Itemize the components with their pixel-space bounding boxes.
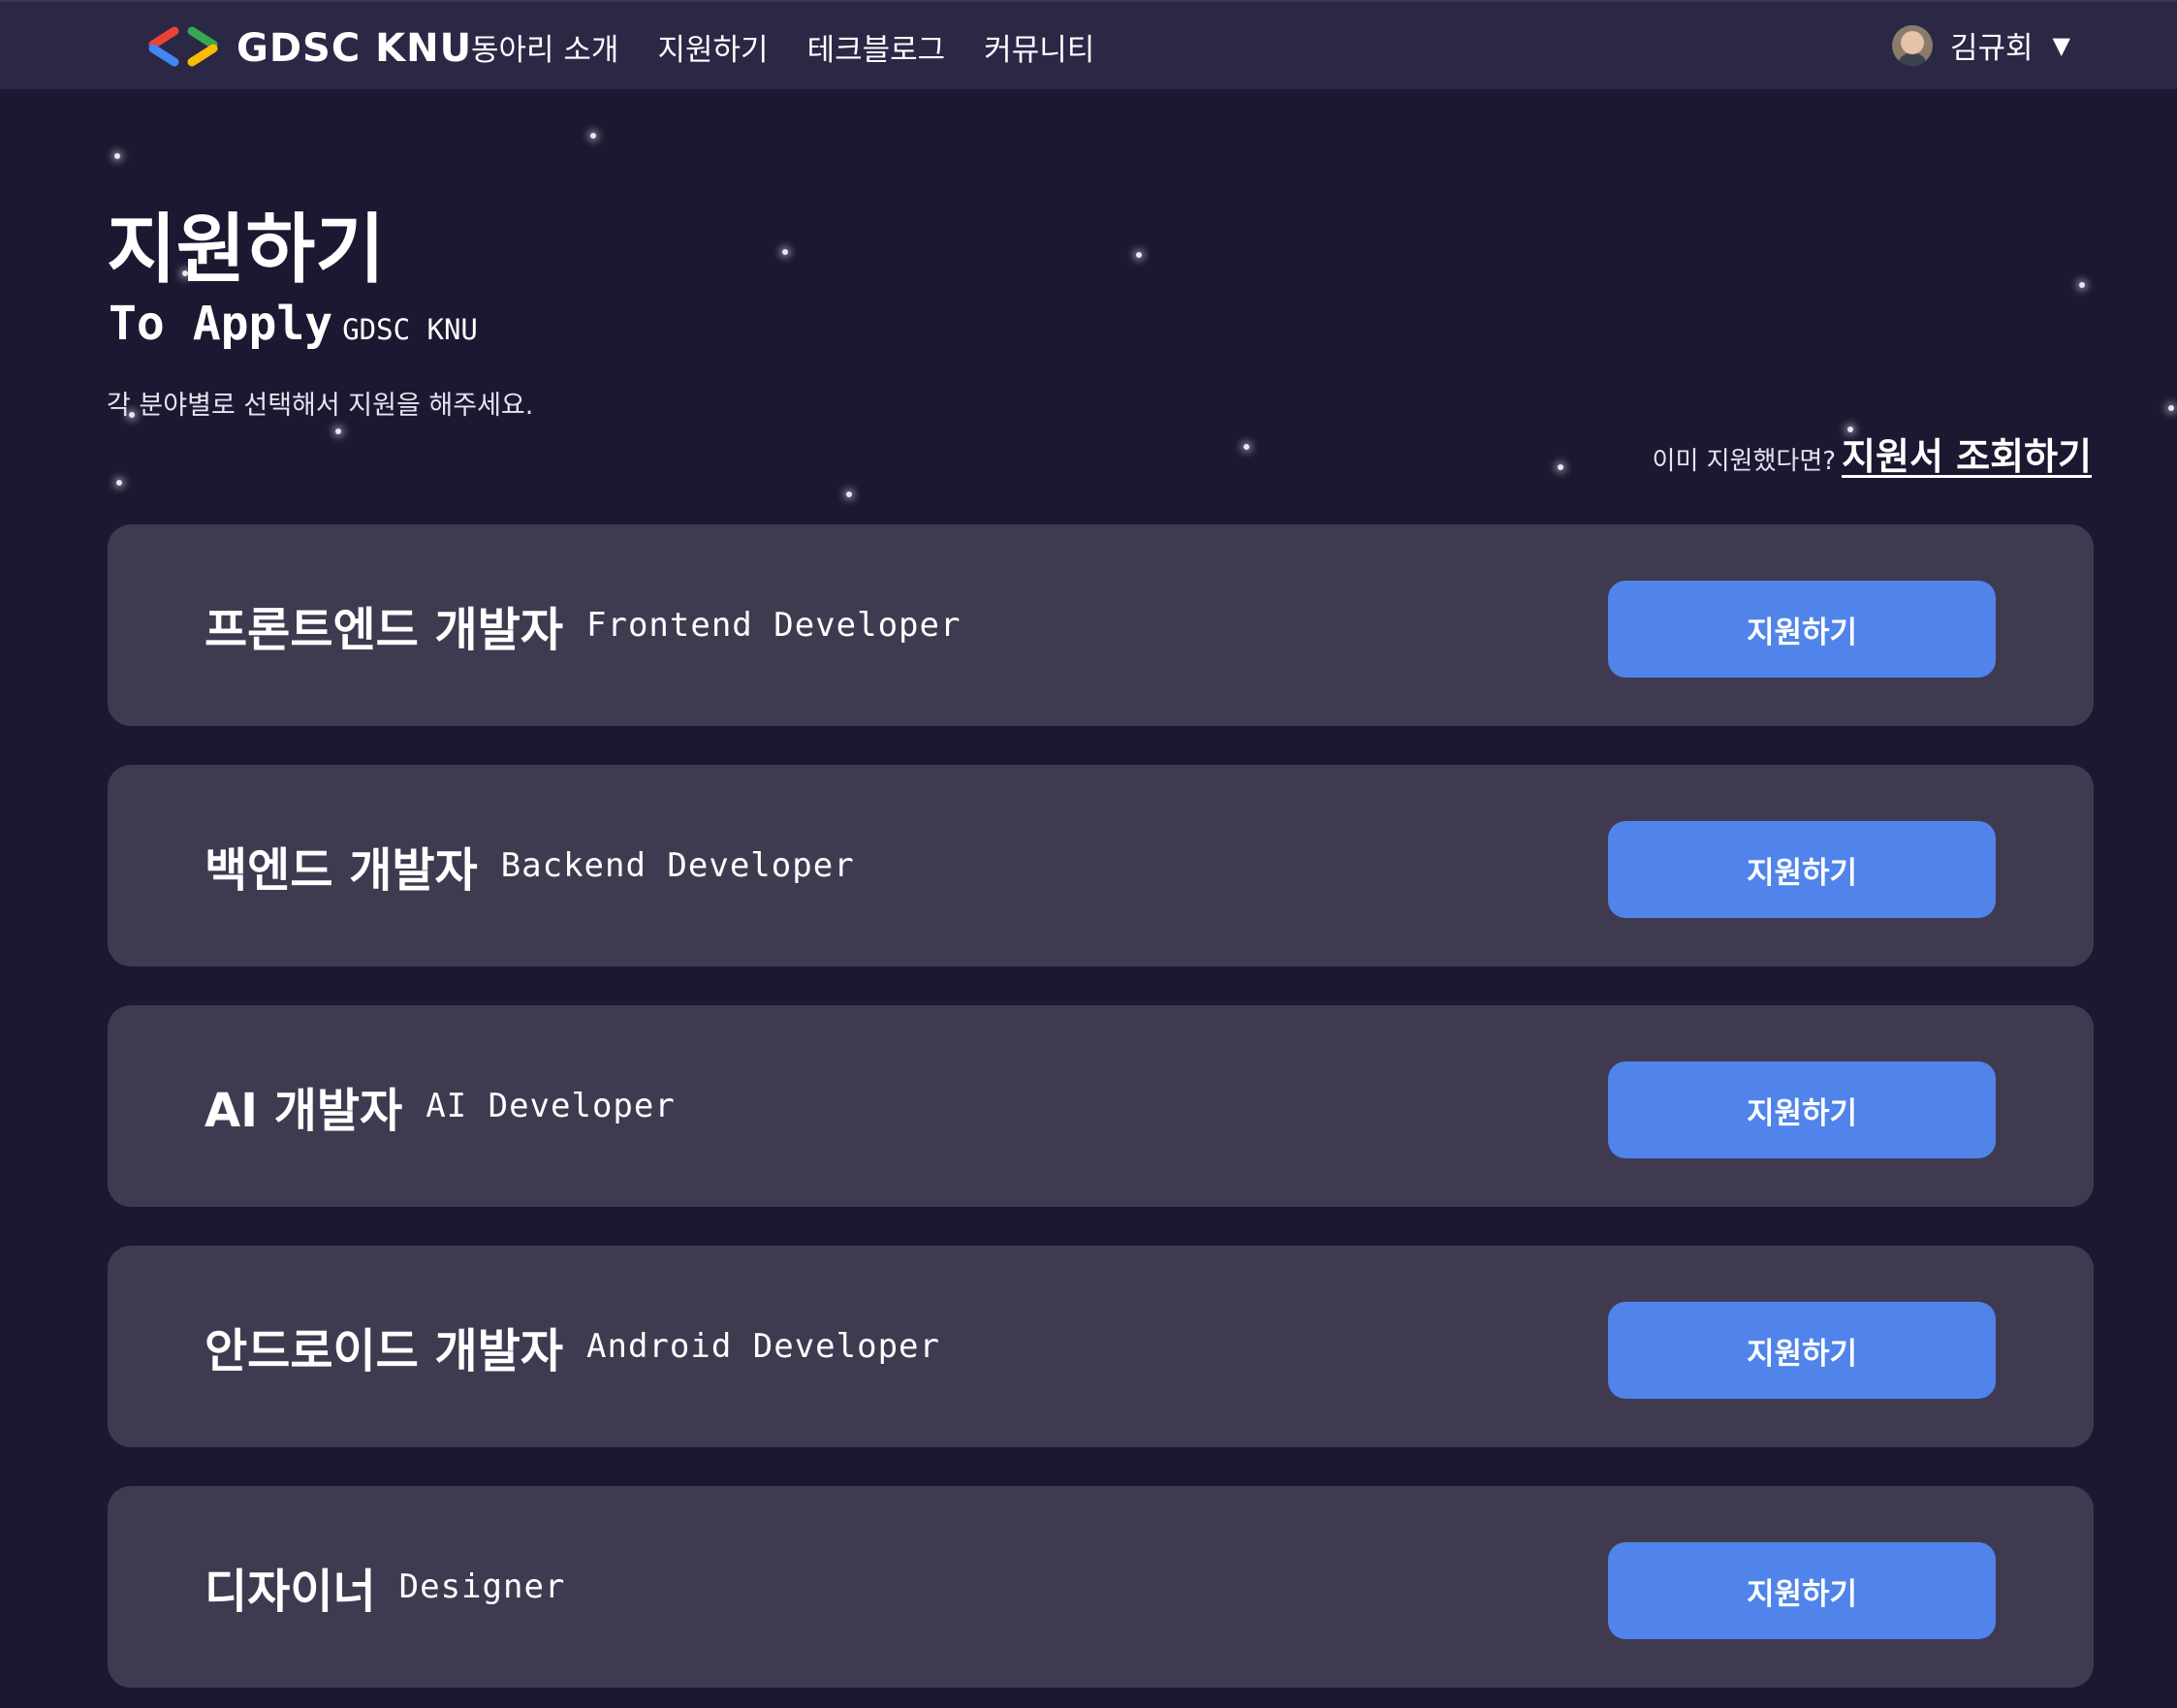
position-card-ai: AI 개발자 AI Developer 지원하기	[108, 1005, 2094, 1207]
user-menu[interactable]: 김규회 ▼	[1891, 23, 2070, 67]
star-decoration	[1244, 444, 1249, 450]
position-card-frontend: 프론트엔드 개발자 Frontend Developer 지원하기	[108, 524, 2094, 726]
lookup-prompt: 이미 지원했다면?	[1652, 447, 1837, 476]
star-decoration	[2079, 282, 2085, 288]
apply-backend-button[interactable]: 지원하기	[1608, 821, 1996, 918]
chevron-down-icon: ▼	[2052, 31, 2070, 59]
position-name-en: AI Developer	[426, 1087, 676, 1125]
position-card-android: 안드로이드 개발자 Android Developer 지원하기	[108, 1246, 2094, 1447]
position-card-backend: 백엔드 개발자 Backend Developer 지원하기	[108, 765, 2094, 966]
star-decoration	[2168, 405, 2174, 411]
brand-logo[interactable]: GDSC KNU	[145, 25, 472, 72]
star-decoration	[114, 153, 120, 159]
position-name-en: Android Developer	[586, 1327, 940, 1366]
gdsc-logo-icon	[148, 26, 218, 67]
star-decoration	[590, 133, 596, 139]
star-decoration	[116, 480, 122, 486]
subtitle-org: GDSC KNU	[342, 313, 478, 346]
apply-frontend-button[interactable]: 지원하기	[1608, 581, 1996, 678]
star-decoration	[846, 491, 852, 497]
position-title: 디자이너 Designer	[205, 1486, 565, 1688]
position-title: 안드로이드 개발자 Android Developer	[205, 1246, 940, 1447]
nav-link-techblog[interactable]: 테크블로그	[807, 25, 946, 69]
position-name-en: Frontend Developer	[586, 606, 962, 645]
position-title: AI 개발자 AI Developer	[205, 1005, 676, 1207]
nav-link-apply[interactable]: 지원하기	[657, 25, 768, 69]
top-navbar: GDSC KNU 동아리 소개 지원하기 테크블로그 커뮤니티 김규회 ▼	[0, 0, 2177, 89]
star-decoration	[782, 249, 788, 255]
position-title: 프론트엔드 개발자 Frontend Developer	[205, 524, 961, 726]
nav-link-community[interactable]: 커뮤니티	[984, 25, 1094, 69]
position-name-ko: 백엔드 개발자	[205, 843, 478, 898]
avatar	[1891, 24, 1933, 66]
position-name-ko: 안드로이드 개발자	[205, 1324, 563, 1378]
subtitle-main: To Apply	[109, 297, 333, 351]
page-description: 각 분야별로 선택해서 지원을 해주세요.	[107, 391, 534, 421]
application-lookup: 이미 지원했다면? 지원서 조회하기	[1653, 427, 2092, 480]
star-decoration	[335, 428, 341, 434]
star-decoration	[1558, 464, 1563, 470]
position-name-en: Designer	[398, 1567, 566, 1606]
apply-android-button[interactable]: 지원하기	[1608, 1302, 1996, 1399]
brand-name: GDSC KNU	[237, 26, 473, 71]
position-name-en: Backend Developer	[500, 846, 855, 885]
user-name: 김규회	[1949, 31, 2034, 66]
position-title: 백엔드 개발자 Backend Developer	[205, 765, 855, 966]
position-name-ko: AI 개발자	[205, 1084, 403, 1138]
apply-designer-button[interactable]: 지원하기	[1608, 1542, 1996, 1639]
main-nav: 동아리 소개 지원하기 테크블로그 커뮤니티	[471, 25, 1094, 69]
page-title: 지원하기	[107, 206, 386, 294]
position-name-ko: 프론트엔드 개발자	[205, 603, 563, 657]
nav-link-about[interactable]: 동아리 소개	[471, 25, 618, 69]
lookup-application-link[interactable]: 지원서 조회하기	[1842, 427, 2092, 480]
position-name-ko: 디자이너	[205, 1565, 376, 1619]
star-decoration	[1136, 252, 1142, 258]
page-subtitle: To Apply GDSC KNU	[109, 297, 478, 351]
apply-ai-button[interactable]: 지원하기	[1608, 1061, 1996, 1158]
position-card-designer: 디자이너 Designer 지원하기	[108, 1486, 2094, 1688]
